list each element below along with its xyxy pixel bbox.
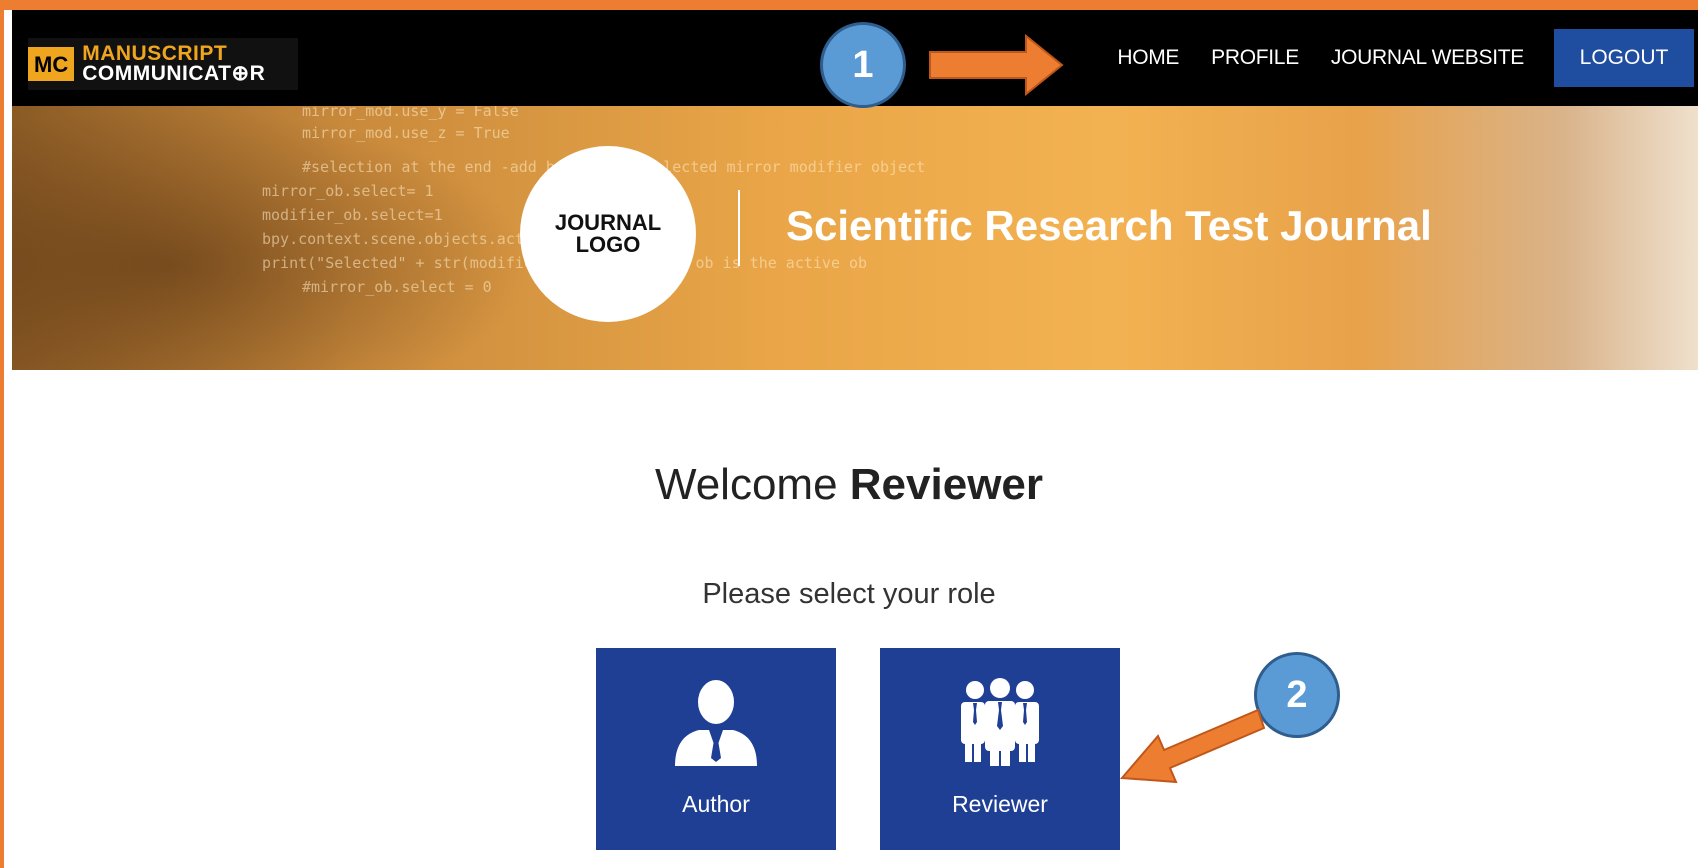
logout-button[interactable]: LOGOUT <box>1554 29 1694 87</box>
select-role-prompt: Please select your role <box>702 578 996 610</box>
author-role-label: Author <box>682 791 750 817</box>
banner-code-line: #mirror_ob.select = 0 <box>302 278 492 296</box>
group-icon <box>961 678 1039 766</box>
journal-logo: JOURNAL LOGO <box>520 146 696 322</box>
step-1-badge: 1 <box>820 22 906 108</box>
journal-banner: mirror_mod.use_y = False mirror_mod.use_… <box>12 106 1698 370</box>
step-1-arrow-icon <box>929 33 1064 97</box>
logo-wordmark: MANUSCRIPT COMMUNICAT⊕R <box>82 42 266 85</box>
person-icon <box>675 680 757 766</box>
reviewer-role-label: Reviewer <box>952 791 1048 817</box>
banner-code-line: mirror_mod.use_z = True <box>302 124 510 142</box>
step-2-arrow-icon <box>1119 708 1266 784</box>
logo-line-2: COMMUNICAT⊕R <box>82 62 266 85</box>
banner-code-line: mirror_ob.select= 1 <box>262 182 434 200</box>
banner-code-line: modifier_ob.select=1 <box>262 206 443 224</box>
reviewer-role-button[interactable]: Reviewer <box>880 648 1120 850</box>
nav-home-link[interactable]: HOME <box>1117 46 1179 70</box>
site-logo[interactable]: MC MANUSCRIPT COMMUNICAT⊕R <box>28 38 298 90</box>
nav-profile-link[interactable]: PROFILE <box>1211 46 1299 70</box>
welcome-role: Reviewer <box>849 460 1044 509</box>
welcome-prefix: Welcome <box>654 460 850 509</box>
logo-line-1: MANUSCRIPT <box>82 42 228 65</box>
nav-journal-website-link[interactable]: JOURNAL WEBSITE <box>1331 46 1524 70</box>
annotation-frame-top <box>0 0 1698 10</box>
banner-code-line: mirror_mod.use_y = False <box>302 106 519 120</box>
welcome-heading: Welcome Reviewer <box>0 460 1698 510</box>
journal-logo-line-2: LOGO <box>575 232 641 257</box>
nav-links: HOME PROFILE JOURNAL WEBSITE LOGOUT <box>1101 10 1698 106</box>
banner-divider <box>738 190 740 266</box>
journal-title: Scientific Research Test Journal <box>786 202 1432 249</box>
author-role-button[interactable]: Author <box>596 648 836 850</box>
logo-mc-mark: MC <box>28 47 75 81</box>
journal-logo-line-1: JOURNAL <box>554 210 662 235</box>
